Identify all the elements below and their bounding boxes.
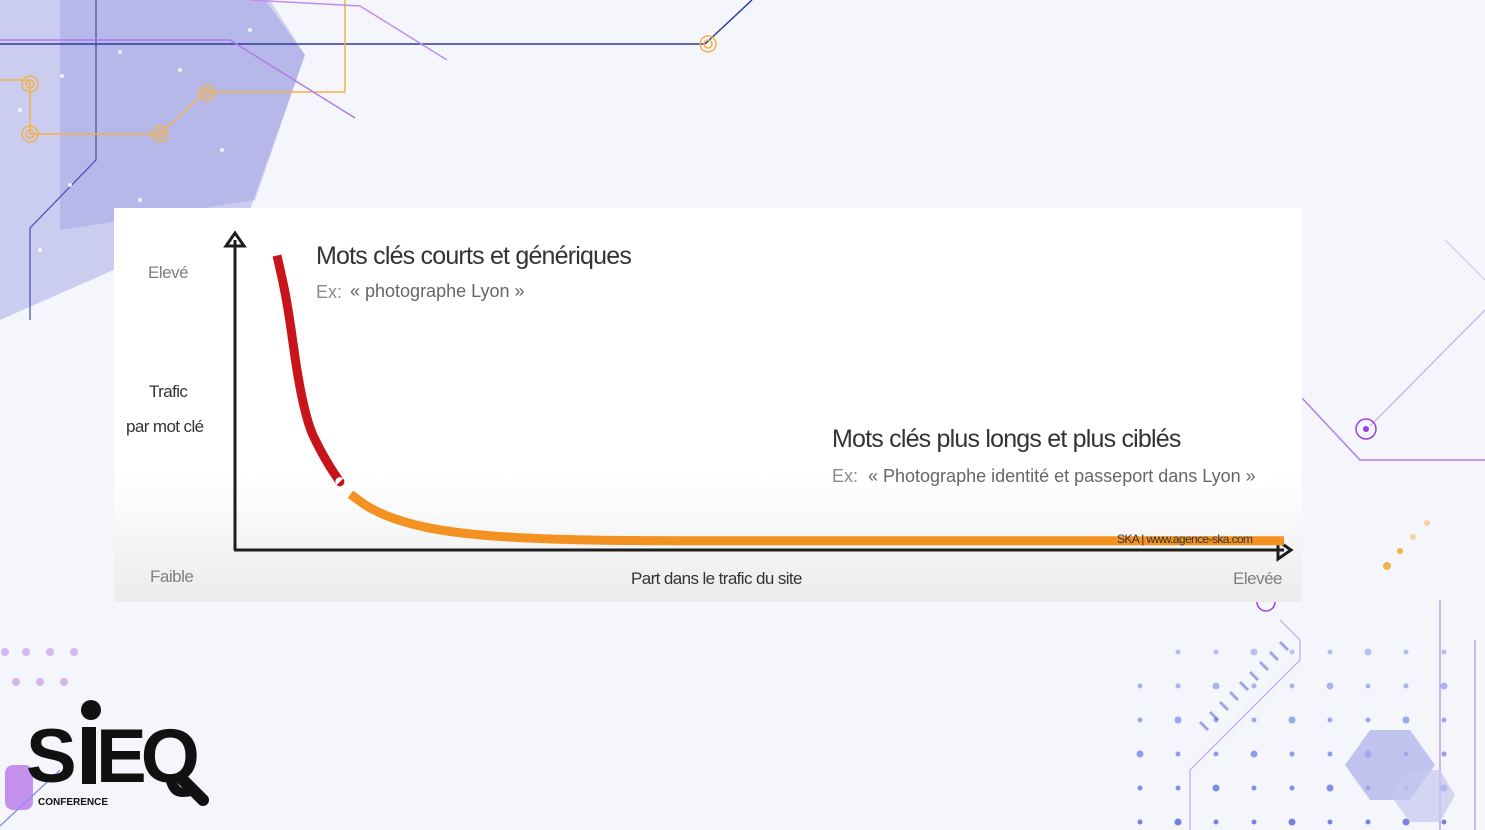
chart-credit: SKA | www.agence-ska.com [1117, 532, 1253, 546]
annotation-long-ex: Ex: [832, 466, 859, 486]
annotation-long-example: « Photographe identité et passeport dans… [860, 464, 1264, 489]
annotation-short-title: Mots clés courts et génériques [316, 242, 632, 270]
seq-conference-logo: S EQ CONFERENCE [26, 700, 209, 808]
svg-text:S: S [26, 714, 74, 799]
x-axis-high-label: Elevée [1233, 569, 1282, 588]
chart-image: Elevé Trafic par mot clé Faible Part dan… [114, 208, 1302, 602]
annotation-long-title: Mots clés plus longs et plus ciblés [832, 425, 1181, 453]
x-axis-title: Part dans le trafic du site [631, 569, 803, 588]
annotation-short-ex: Ex: [316, 282, 343, 302]
y-axis-title-line2: par mot clé [126, 417, 204, 436]
y-axis-high-label: Elevé [148, 263, 189, 282]
svg-text:CONFERENCE: CONFERENCE [38, 797, 108, 808]
y-axis-low-label: Faible [150, 567, 194, 586]
y-axis-title-line1: Trafic [149, 382, 188, 401]
annotation-short-example: « photographe Lyon » [350, 281, 525, 301]
